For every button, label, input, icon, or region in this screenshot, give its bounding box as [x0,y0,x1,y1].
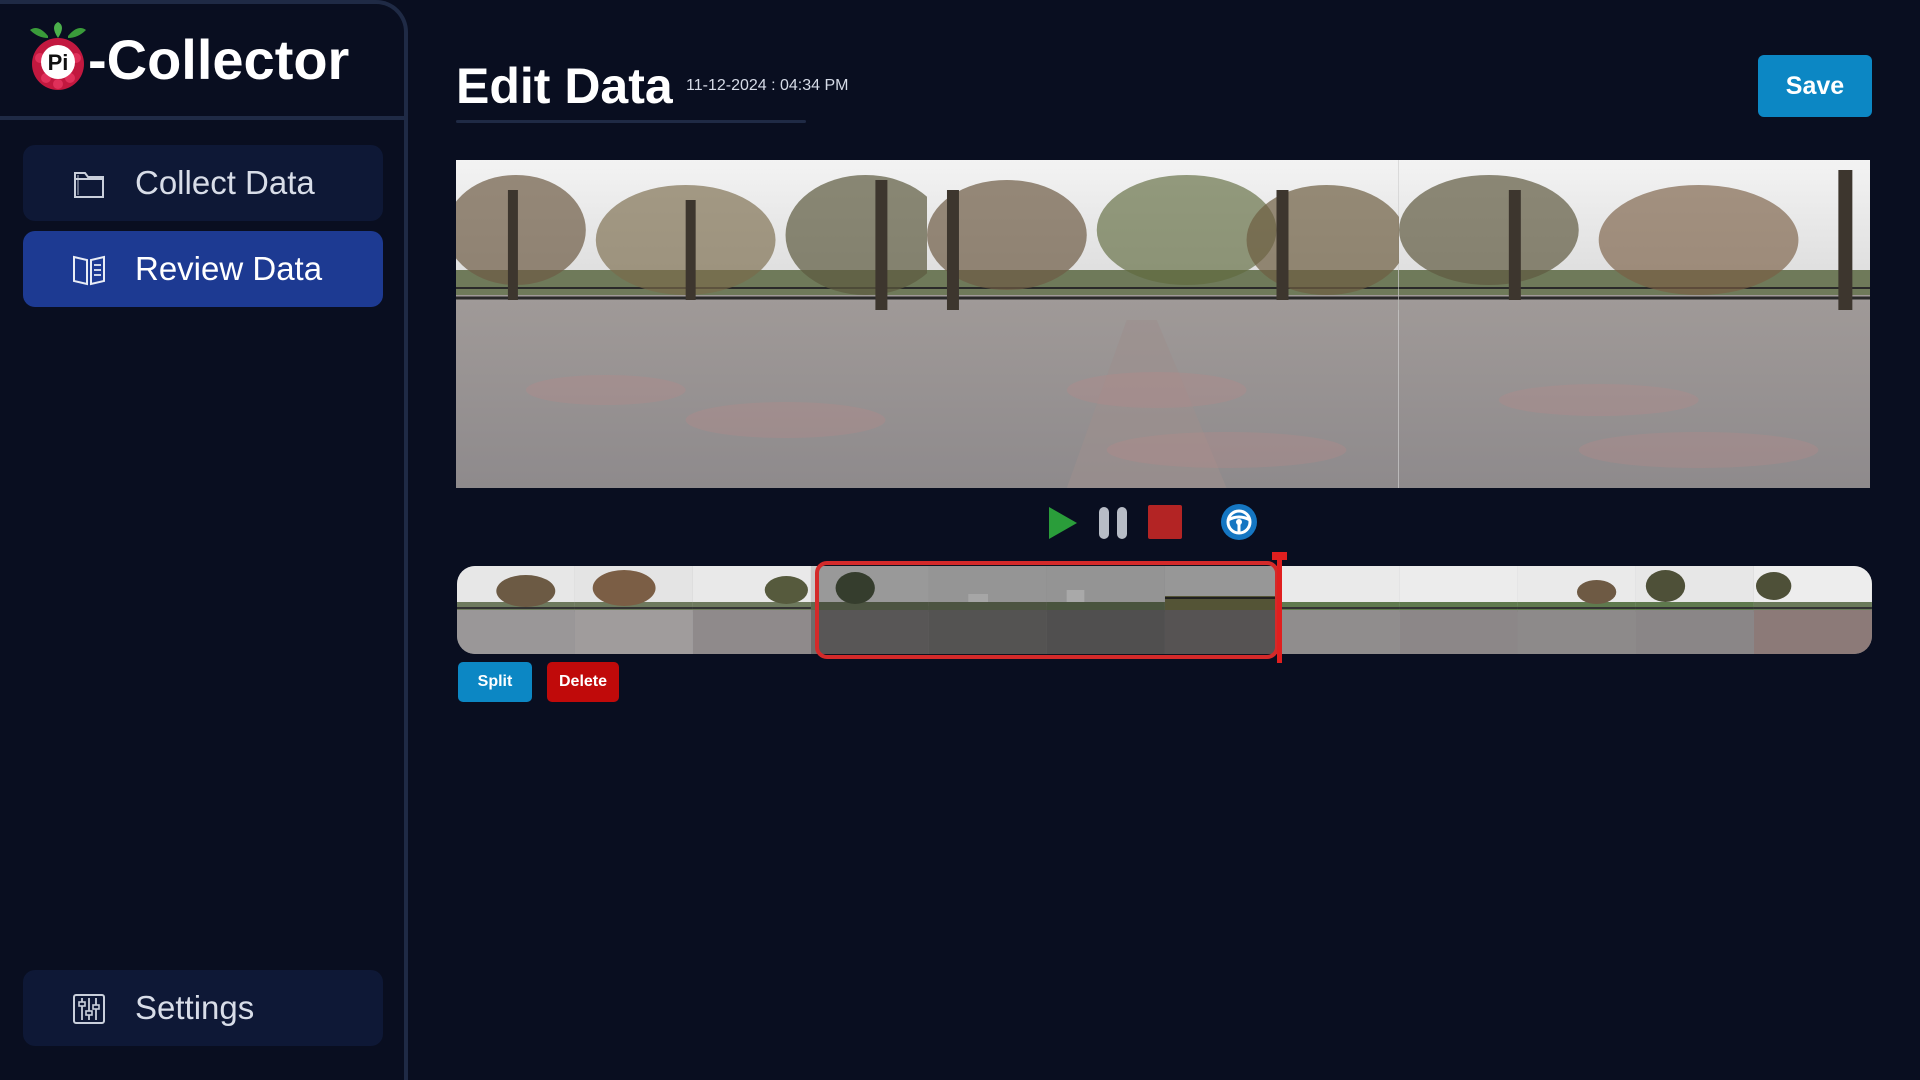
stop-icon[interactable] [1147,504,1183,540]
camera-frame-center [927,160,1399,488]
sidebar-item-label: Settings [135,989,255,1026]
page-title: Edit Data [456,58,673,114]
timeline-selection[interactable] [815,561,1279,659]
app-name: -Collector [88,28,350,91]
video-preview [456,160,1870,488]
folder-icon [74,172,104,198]
playhead[interactable] [1277,553,1282,663]
timeline-thumbnail [1754,566,1872,654]
split-button[interactable]: Split [458,662,532,702]
timeline-thumbnail [457,566,575,654]
sliders-icon [73,994,105,1024]
title-divider [456,120,806,123]
timeline-thumbnail [1518,566,1637,654]
timeline-thumbnail [574,566,693,654]
camera-frame-right [1398,160,1870,488]
playback-controls [0,503,1920,543]
save-button[interactable]: Save [1758,55,1872,117]
brand-header: Pi -Collector [0,4,404,120]
logo-text: Pi [48,50,69,75]
timeline-thumbnail [1400,566,1519,654]
timeline-thumbnail [1636,566,1755,654]
steering-wheel-icon[interactable] [1220,503,1258,541]
book-icon [73,255,105,286]
play-icon[interactable] [1047,505,1079,541]
timeline-thumbnail [692,566,811,654]
sidebar-item-label: Review Data [135,250,323,287]
sidebar-item-label: Collect Data [135,164,315,201]
sidebar-item-settings[interactable]: Settings [23,970,383,1046]
sidebar-item-review-data[interactable]: Review Data [23,231,383,307]
app-root: Pi -Collector Collect Data Review Data S… [0,0,1920,1080]
recording-datetime: 11-12-2024 : 04:34 PM [686,77,849,94]
delete-button[interactable]: Delete [547,662,619,702]
raspberry-logo-icon: Pi [30,22,86,90]
pause-icon[interactable] [1097,505,1133,541]
camera-frame-left [456,160,928,488]
sidebar-item-collect-data[interactable]: Collect Data [23,145,383,221]
timeline-thumbnail [1282,566,1401,654]
